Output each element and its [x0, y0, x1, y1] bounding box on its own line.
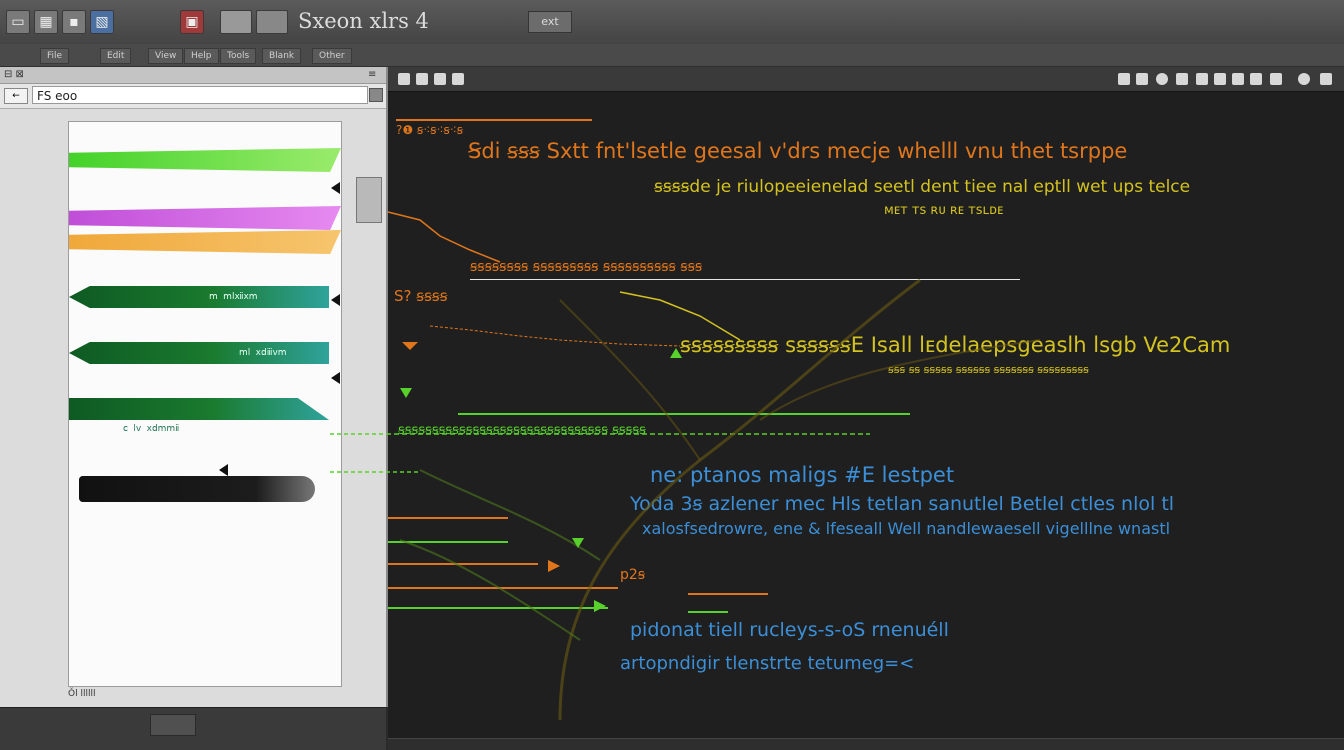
arrow-left-icon: [331, 372, 340, 384]
cut-icon[interactable]: [1196, 73, 1208, 85]
code-line-3: ꞩꞩꞩꞩde je riulopeeienelad seetl dent tie…: [654, 177, 1191, 197]
rule-line: [388, 541, 508, 543]
code-line-6: S? ꞩꞩꞩꞩ: [394, 287, 448, 305]
code-line-13: p2ꞩ: [620, 567, 646, 583]
clip-strip-dark-3[interactable]: [69, 398, 329, 420]
code-line-7: ꞩꞩꞩꞩꞩꞩꞩꞩꞩ sꞩꞩꞩꞩꞩE Isall lᴇdelaepsgeaslh …: [680, 333, 1231, 357]
rule-line: [688, 593, 768, 595]
panel-footer-label: Ǒl ⅼⅼⅼⅼⅼⅼ: [68, 689, 96, 699]
clip-label-1: ⅿ ⅿⅼⅻⅹⅿ: [209, 292, 258, 302]
code-line-12: xalosfsedrowre, ene & lfeseall Well nand…: [642, 519, 1171, 538]
clip-strip-dark-1[interactable]: [69, 286, 329, 308]
refresh-icon[interactable]: [434, 73, 446, 85]
clip-label-2: ⅿⅼ ⅹⅾⅲⅴⅿ: [239, 348, 287, 358]
code-line-1: ?❶ ꞩ⁖ꞩ⁖ꞩ⁖ꞩ: [396, 123, 464, 137]
code-line-14: pidonat tiell rucleys-s-oS rnenuéll: [630, 619, 949, 641]
open-folder-icon[interactable]: ▪: [62, 10, 86, 34]
menu-item-help[interactable]: Help: [184, 48, 219, 64]
paste-icon[interactable]: [1214, 73, 1226, 85]
left-panel-toolbar: ← FS eoo: [0, 84, 386, 109]
align-icon[interactable]: [1118, 73, 1130, 85]
panel-icon[interactable]: [256, 10, 288, 34]
zoom-out-icon[interactable]: [1250, 73, 1262, 85]
arrow-left-icon: [331, 182, 340, 194]
viewer-toolbar: [388, 67, 1344, 92]
cursor-icon: [219, 464, 228, 476]
menu-item-blank[interactable]: Blank: [262, 48, 302, 64]
status-block[interactable]: [150, 714, 196, 736]
menu-item-file[interactable]: File: [40, 48, 70, 64]
code-line-5: ꞩꞩꞩꞩꞩꞩꞩꞩ ꞩꞩꞩꞩꞩꞩꞩꞩꞩ ꞩꞩꞩꞩꞩꞩꞩꞩꞩꞩ ꞩꞩꞩ: [470, 259, 703, 275]
save-icon[interactable]: ▧: [90, 10, 114, 34]
code-viewer-panel[interactable]: ?❶ ꞩ⁖ꞩ⁖ꞩ⁖ꞩ Ꞩdi ꞩꞩꞩ Sxtt fnt'lsetle geesa…: [388, 67, 1344, 738]
title-badge[interactable]: ext: [528, 11, 572, 33]
menu-bar: File Edit View Help Tools Blank Other: [0, 44, 1344, 67]
expand-icon[interactable]: [369, 88, 383, 102]
filter-icon[interactable]: [452, 73, 464, 85]
back-button[interactable]: ←: [4, 88, 28, 104]
grid-icon[interactable]: [398, 73, 410, 85]
code-line-11: Yoda 3ꞩ azlener mec Hls tetlan sanutlel …: [630, 493, 1175, 515]
code-line-2: Ꞩdi ꞩꞩꞩ Sxtt fnt'lsetle geesal v'drs mec…: [468, 139, 1128, 163]
rule-line: [388, 517, 508, 519]
viewer-status-bar: [388, 738, 1344, 750]
rule-line: [458, 413, 910, 415]
settings-icon[interactable]: [1270, 73, 1282, 85]
clip-strip-dark-2[interactable]: [69, 342, 329, 364]
clip-strip-magenta[interactable]: [69, 206, 341, 230]
menu-item-view[interactable]: View: [148, 48, 184, 64]
app-window: ▭ ▦ ▪ ▧ ▣ Sxeon xlrs 4 ext File Edit Vie…: [0, 0, 1344, 750]
rule-line: [388, 587, 618, 589]
code-line-10: ne: ptanos maligs #E lestpet: [650, 463, 955, 487]
left-status-bar: [0, 707, 386, 750]
code-line-8: ꞩꞩꞩ ꞩꞩ ꞩꞩꞩꞩꞩ ꞩꞩꞩꞩꞩꞩ ꞩꞩꞩꞩꞩꞩꞩ ꞩꞩꞩꞩꞩꞩꞩꞩꞩ: [888, 363, 1089, 376]
thumbnail-preview[interactable]: [356, 177, 382, 223]
copy-icon[interactable]: [1176, 73, 1188, 85]
record-icon[interactable]: ▣: [180, 10, 204, 34]
title-bar: ▭ ▦ ▪ ▧ ▣ Sxeon xlrs 4 ext: [0, 0, 1344, 45]
left-panel-header: ⊟ ⊠ ≡: [0, 67, 386, 84]
info-icon[interactable]: [1298, 73, 1310, 85]
menu-item-edit[interactable]: Edit: [100, 48, 132, 64]
rule-line: [396, 119, 592, 121]
left-panel: ⊟ ⊠ ≡ ← FS eoo ⅿ ⅿⅼⅻⅹⅿ ⅿⅼ ⅹⅾⅲⅴⅿ ⅽ ⅼⅴ ⅹⅾⅿ…: [0, 67, 388, 707]
clip-label-3: ⅽ ⅼⅴ ⅹⅾⅿⅿⅱ: [123, 424, 180, 434]
zoom-in-icon[interactable]: [1232, 73, 1244, 85]
code-line-15: artopndigir tlenstrte tetumeg=<: [620, 653, 915, 674]
view-icon[interactable]: [1136, 73, 1148, 85]
panel-controls-icon[interactable]: ⊟ ⊠: [4, 69, 24, 81]
clip-strip-black[interactable]: [79, 476, 315, 502]
search-input[interactable]: FS eoo: [32, 86, 368, 104]
rule-line: [388, 607, 608, 609]
timeline-canvas[interactable]: ⅿ ⅿⅼⅻⅹⅿ ⅿⅼ ⅹⅾⅲⅴⅿ ⅽ ⅼⅴ ⅹⅾⅿⅿⅱ: [68, 121, 342, 687]
target-icon[interactable]: [1156, 73, 1168, 85]
window-icon[interactable]: ▭: [6, 10, 30, 34]
close-icon[interactable]: [1320, 73, 1332, 85]
rule-line: [688, 611, 728, 613]
menu-item-tools[interactable]: Tools: [220, 48, 257, 64]
code-line-9: ꞩꞩꞩꞩꞩꞩꞩꞩꞩꞩꞩꞩꞩꞩꞩꞩꞩꞩꞩꞩꞩꞩꞩꞩꞩꞩꞩꞩꞩꞩꞩ ꞩꞩꞩꞩꞩ: [398, 423, 646, 438]
arrow-left-icon: [331, 294, 340, 306]
record-icon[interactable]: [416, 73, 428, 85]
new-file-icon[interactable]: ▦: [34, 10, 58, 34]
window-title: Sxeon xlrs 4: [298, 9, 429, 33]
rule-line: [470, 279, 1020, 280]
menu-item-other[interactable]: Other: [312, 48, 352, 64]
clip-strip-green[interactable]: [69, 148, 341, 172]
layout-icon[interactable]: [220, 10, 252, 34]
rule-line: [388, 563, 538, 565]
code-line-4: ᴍᴇᴛ ᴛꜱ ʀᴜ ʀᴇ ᴛꜱʟᴅᴇ: [884, 203, 1004, 218]
clip-strip-orange[interactable]: [69, 230, 341, 254]
panel-menu-icon[interactable]: ≡: [368, 69, 376, 81]
